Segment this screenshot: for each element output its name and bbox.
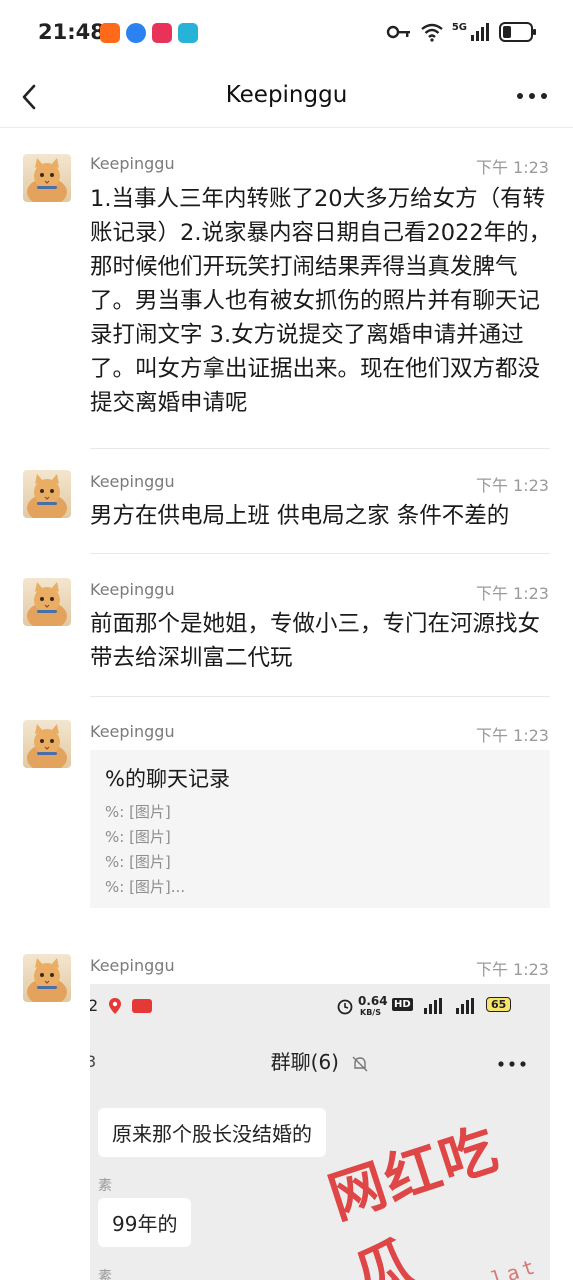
chat-bubble: 99年的 bbox=[98, 1198, 192, 1247]
message-time: 下午 1:23 bbox=[475, 476, 549, 495]
message-time: 下午 1:23 bbox=[475, 584, 549, 603]
divider bbox=[90, 696, 550, 697]
video-icon bbox=[152, 23, 172, 43]
status-time: 21:48 bbox=[38, 20, 105, 44]
mute-bell-icon bbox=[352, 1056, 368, 1071]
location-icon bbox=[109, 998, 121, 1014]
book-icon bbox=[178, 23, 198, 43]
message-time: 下午 1:23 bbox=[475, 726, 549, 745]
key-icon bbox=[386, 25, 410, 39]
signal-icon bbox=[424, 998, 442, 1014]
chat-record-line: %: [图片] bbox=[105, 803, 171, 821]
member-name: 素 bbox=[98, 1178, 112, 1194]
image-status-time: 2 bbox=[90, 996, 99, 1015]
image-hd-badge: HD bbox=[392, 998, 413, 1011]
member-name: 素 bbox=[98, 1269, 112, 1280]
more-dots-icon bbox=[517, 93, 547, 99]
battery-icon bbox=[499, 22, 536, 42]
alarm-icon bbox=[337, 999, 353, 1015]
message-time: 下午 1:23 bbox=[475, 158, 549, 177]
status-app-icons bbox=[100, 23, 198, 43]
chat-record-line: %: [图片] bbox=[105, 853, 171, 871]
chat-title: Keepinggu bbox=[225, 82, 348, 108]
avatar[interactable] bbox=[23, 720, 71, 768]
chat-header: Keepinggu bbox=[0, 66, 573, 128]
chat-record-title: %的聊天记录 bbox=[105, 767, 230, 791]
taobao-icon bbox=[100, 23, 120, 43]
image-status-bar: 2 0.64 KB/S HD 65 bbox=[90, 984, 550, 1028]
image-net-speed-unit: KB/S bbox=[360, 1008, 381, 1017]
sender-name: Keepinggu bbox=[90, 722, 175, 741]
image-chat-title: 群聊(6) bbox=[90, 1046, 550, 1075]
more-dots-icon bbox=[498, 1061, 526, 1067]
signal-icon bbox=[471, 23, 489, 41]
avatar[interactable] bbox=[23, 954, 71, 1002]
app-badge-icon bbox=[132, 999, 152, 1013]
divider bbox=[90, 553, 550, 554]
image-net-speed: 0.64 bbox=[358, 994, 388, 1008]
divider bbox=[90, 448, 550, 449]
image-message[interactable]: 2 0.64 KB/S HD 65 3 群聊(6) 原来那个股长没结婚的 素 9… bbox=[90, 984, 550, 1280]
chat-record-line: %: [图片] bbox=[105, 828, 171, 846]
status-bar: 21:48 5G bbox=[0, 0, 573, 66]
message-text: 1.当事人三年内转账了20大多万给女方（有转账记录）2.说家暴内容日期自己看20… bbox=[90, 186, 552, 416]
avatar[interactable] bbox=[23, 470, 71, 518]
sender-name: Keepinggu bbox=[90, 154, 175, 173]
message-text: 男方在供电局上班 供电局之家 条件不差的 bbox=[90, 503, 510, 529]
signal-icon bbox=[456, 998, 474, 1014]
avatar[interactable] bbox=[23, 154, 71, 202]
more-button[interactable] bbox=[515, 84, 549, 108]
chat-record-card[interactable]: %的聊天记录 %: [图片] %: [图片] %: [图片] %: [图片]..… bbox=[90, 750, 550, 908]
image-battery: 65 bbox=[486, 997, 512, 1012]
status-right-icons: 5G bbox=[386, 22, 537, 42]
sender-name: Keepinggu bbox=[90, 580, 175, 599]
group-chat-title: 群聊(6) bbox=[270, 1050, 339, 1074]
network-type-label: 5G bbox=[451, 22, 467, 33]
wifi-icon bbox=[421, 23, 443, 42]
avatar[interactable] bbox=[23, 578, 71, 626]
chat-bubble: 原来那个股长没结婚的 bbox=[98, 1108, 326, 1157]
sender-name: Keepinggu bbox=[90, 956, 175, 975]
chat-record-line: %: [图片]... bbox=[105, 878, 186, 896]
sender-name: Keepinggu bbox=[90, 472, 175, 491]
browser-icon bbox=[126, 23, 146, 43]
message-text: 前面那个是她姐，专做小三，专门在河源找女带去给深圳富二代玩 bbox=[90, 611, 541, 671]
member-name bbox=[98, 1084, 102, 1094]
message-time: 下午 1:23 bbox=[475, 960, 549, 979]
